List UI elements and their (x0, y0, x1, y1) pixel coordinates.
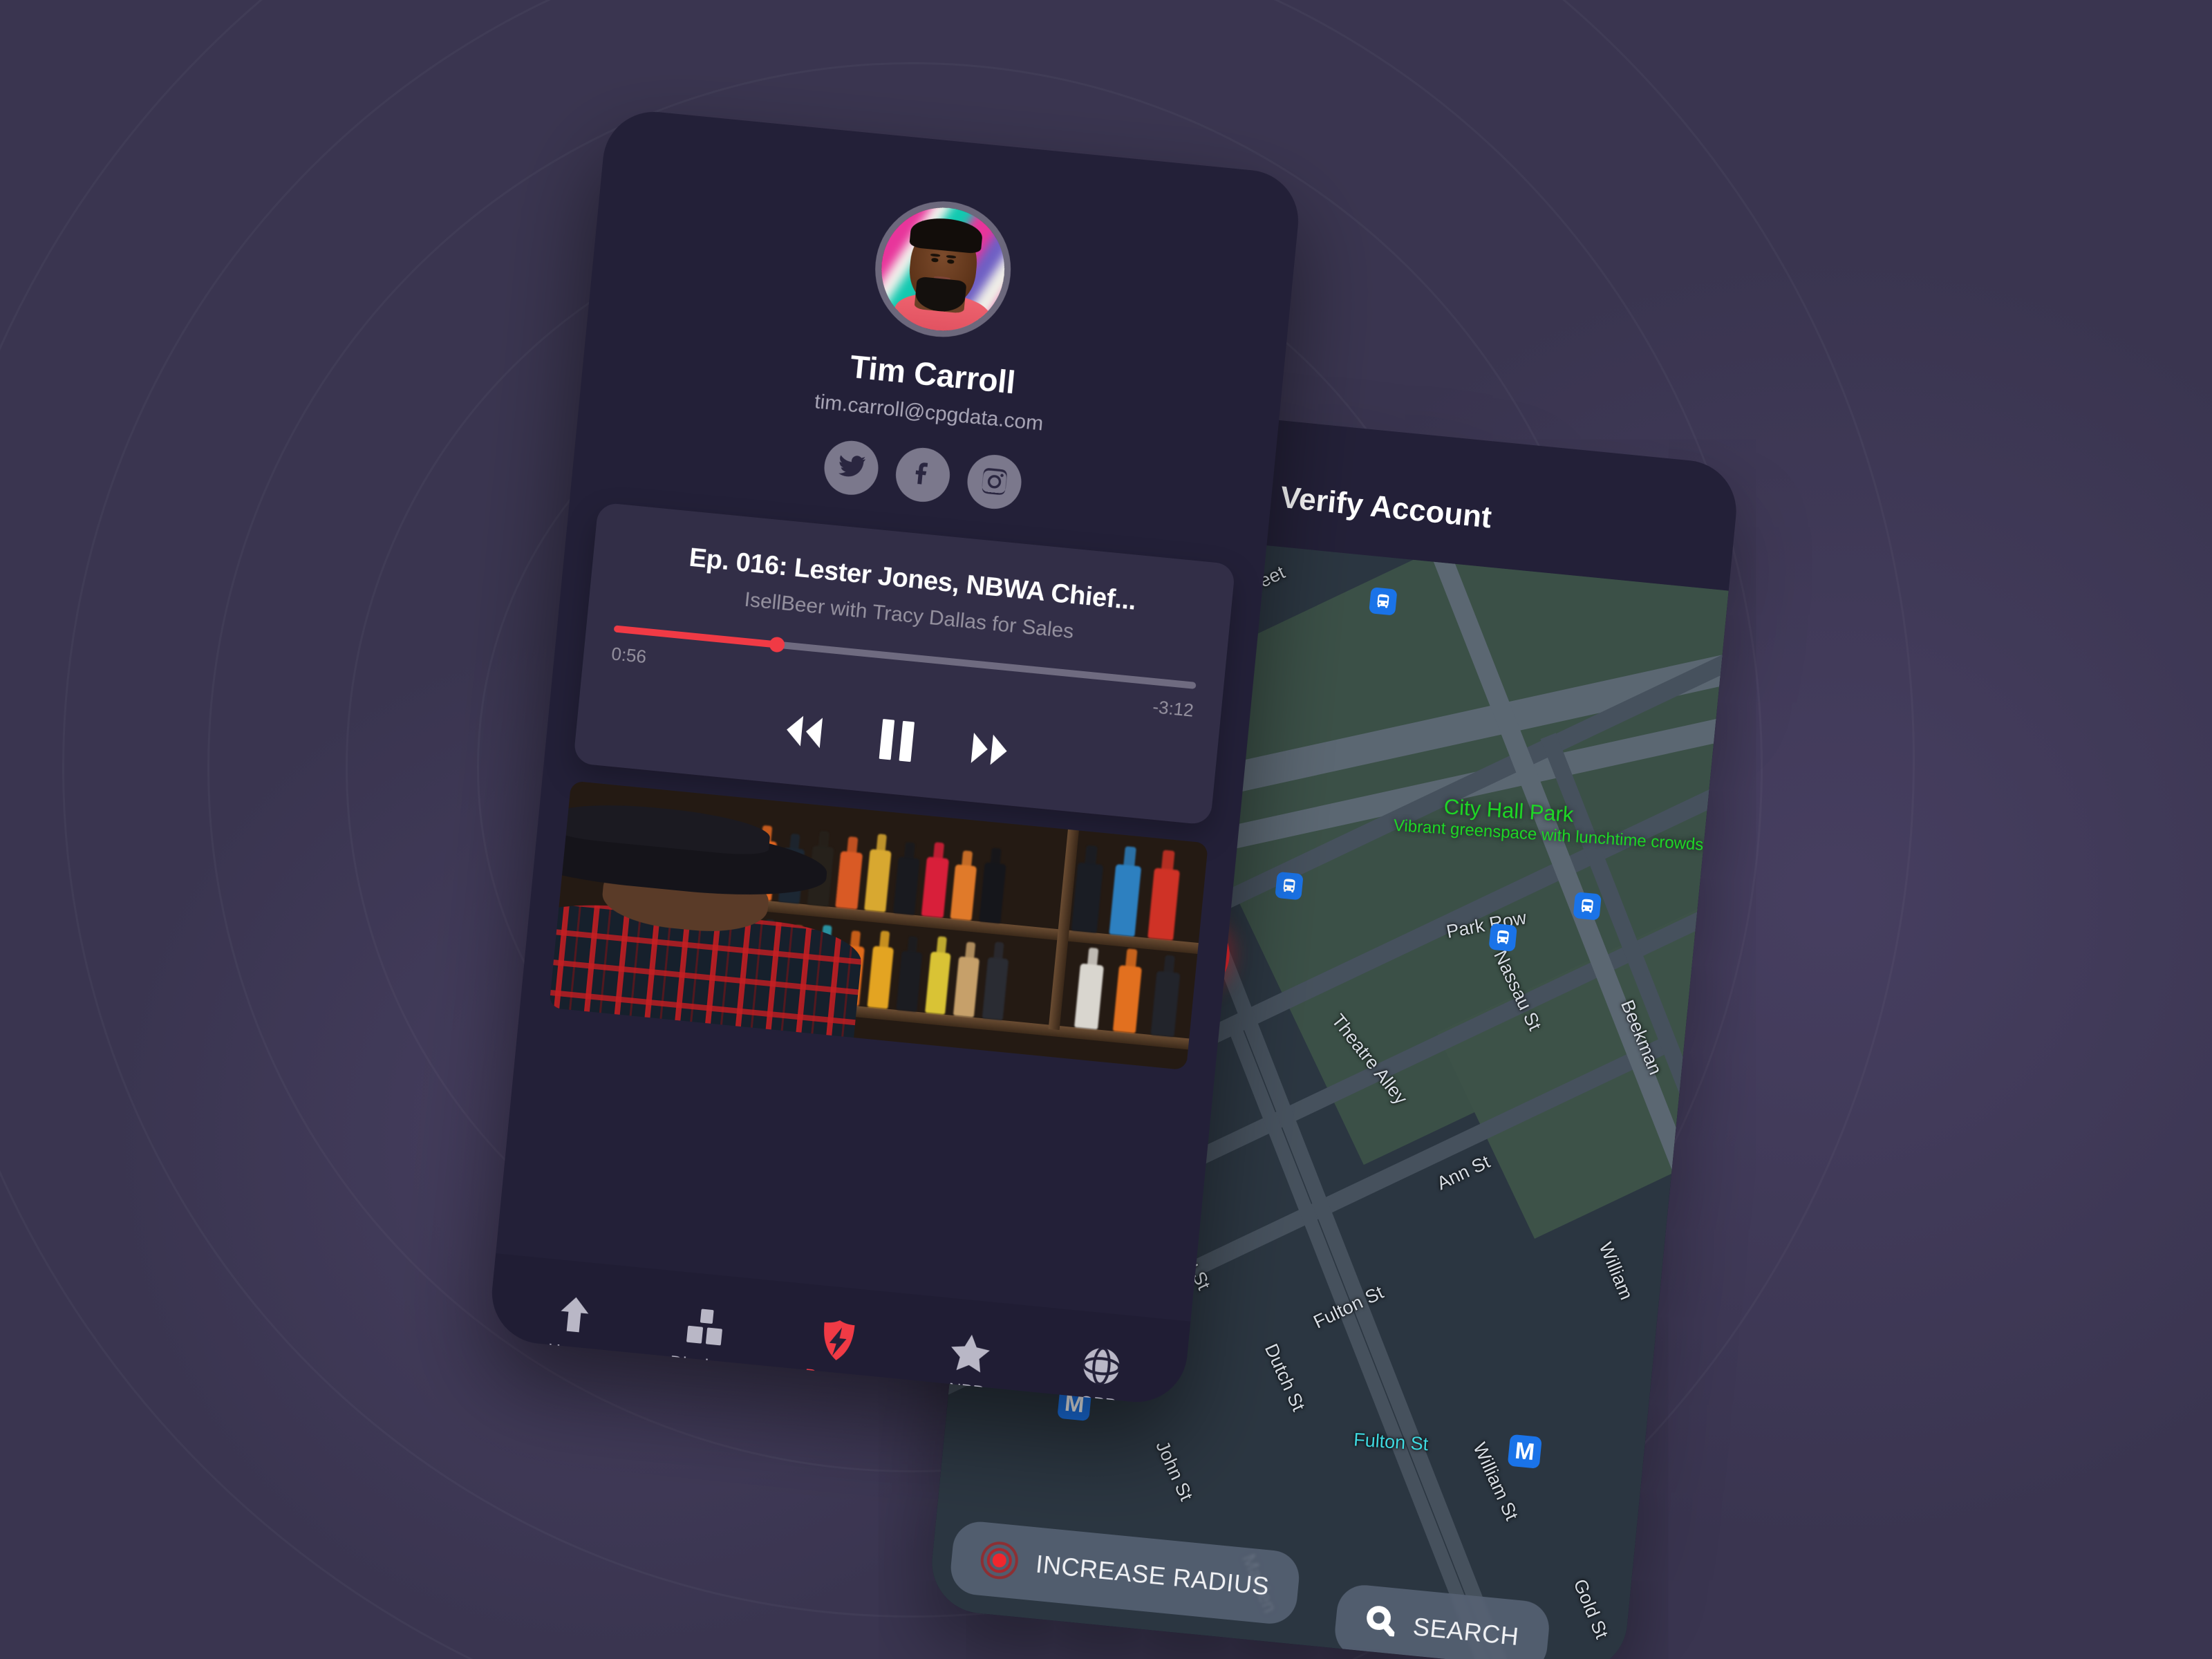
tab-home[interactable]: Home (518, 1289, 628, 1367)
twitter-icon (835, 450, 867, 485)
rewind-icon (779, 711, 825, 755)
tab-home-label: Home (547, 1340, 595, 1364)
tab-promos-label: Promos (803, 1365, 865, 1391)
facebook-button[interactable] (893, 445, 953, 505)
bus-stop-icon[interactable] (1488, 923, 1517, 952)
twitter-button[interactable] (821, 438, 881, 498)
avatar-brow (930, 253, 941, 258)
map-street-label: William (1595, 1239, 1638, 1303)
remaining-time: -3:12 (1152, 696, 1195, 721)
search-label: SEARCH (1412, 1611, 1521, 1651)
map-road (1701, 791, 1729, 1659)
canvas: Verify Account Stre (0, 0, 2212, 1659)
pause-button[interactable] (877, 718, 917, 767)
progress-fill (613, 625, 778, 648)
pause-icon (877, 718, 917, 767)
podcast-player-card: Ep. 016: Lester Jones, NBWA Chief... Ise… (572, 502, 1236, 825)
subway-station-icon[interactable]: M (1507, 1434, 1542, 1469)
fast-forward-icon (968, 730, 1014, 774)
promos-bolt-shield-icon (820, 1318, 856, 1361)
phone-profile-screen: Tim Carroll tim.carroll@cpgdata.com Ep. … (487, 106, 1303, 1407)
elapsed-time: 0:56 (610, 643, 648, 668)
facebook-icon (907, 458, 939, 493)
rewind-button[interactable] (779, 711, 825, 755)
bus-stop-icon[interactable] (1369, 587, 1398, 616)
featured-photo[interactable] (549, 780, 1208, 1071)
avatar[interactable] (869, 195, 1018, 344)
globe-icon (1081, 1344, 1122, 1387)
star-icon (948, 1331, 991, 1375)
transit-station-label: Fulton St (1353, 1429, 1430, 1455)
progress-knob[interactable] (768, 636, 785, 653)
map-street-label: Dutch St (1260, 1340, 1309, 1414)
instagram-button[interactable] (964, 452, 1024, 512)
avatar-brow (946, 255, 957, 259)
displays-blocks-icon (686, 1305, 726, 1349)
radius-target-icon (979, 1539, 1020, 1581)
bottom-tab-bar: Home Displays Promos (487, 1253, 1191, 1407)
map-street-label: John St (1152, 1437, 1197, 1504)
instagram-icon (978, 465, 1010, 500)
search-button[interactable]: SEARCH (1332, 1582, 1552, 1659)
avatar-eye (946, 259, 955, 265)
avatar-eye (930, 257, 939, 263)
bus-stop-icon[interactable] (1573, 892, 1602, 921)
tab-displays-label: Displays (668, 1351, 736, 1378)
avatar-photo (875, 202, 1011, 337)
increase-radius-label: INCREASE RADIUS (1034, 1549, 1271, 1601)
tab-displays[interactable]: Displays (650, 1302, 760, 1380)
map-street-label: Gold St (1569, 1576, 1613, 1642)
tab-promos[interactable]: Promos (782, 1315, 892, 1393)
home-arrow-icon (556, 1293, 592, 1335)
increase-radius-button[interactable]: INCREASE RADIUS (948, 1519, 1302, 1627)
bus-stop-icon[interactable] (1275, 871, 1304, 901)
fast-forward-button[interactable] (968, 730, 1014, 774)
person-silhouette (549, 809, 865, 1056)
search-icon (1363, 1604, 1397, 1643)
